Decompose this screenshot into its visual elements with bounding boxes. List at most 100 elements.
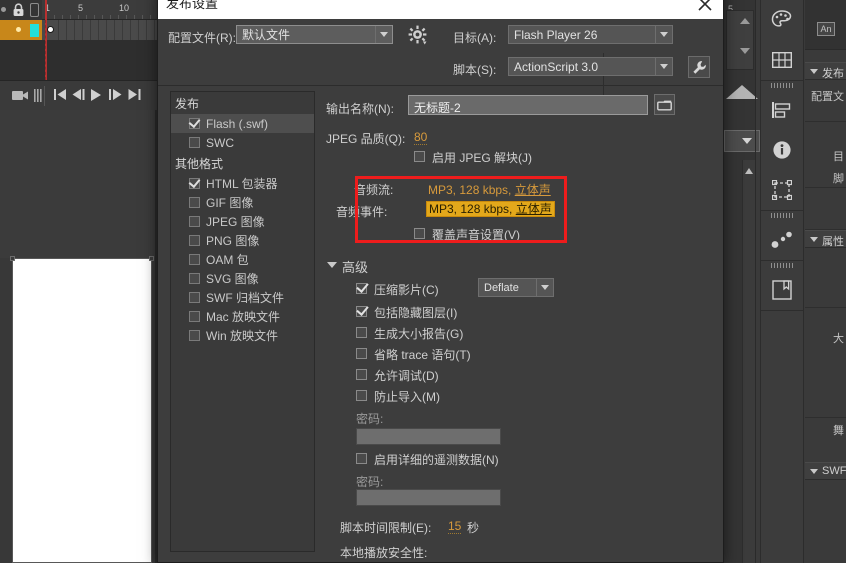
color-palette-icon[interactable] — [761, 0, 803, 40]
go-to-end-icon[interactable] — [128, 89, 141, 104]
password-input-2[interactable] — [356, 489, 501, 506]
checkbox-icon[interactable] — [189, 137, 200, 148]
keyframe-marker[interactable] — [47, 26, 54, 33]
output-name-input[interactable]: 无标题-2 — [408, 95, 648, 115]
dock-drag-handle[interactable] — [761, 211, 803, 220]
gear-icon[interactable] — [408, 25, 428, 45]
format-item-jpeg[interactable]: JPEG 图像 — [171, 212, 314, 231]
format-item-win-projector[interactable]: Win 放映文件 — [171, 326, 314, 345]
format-label: Mac 放映文件 — [206, 310, 281, 324]
camera-icon[interactable] — [12, 89, 29, 105]
format-item-swc[interactable]: SWC — [171, 133, 314, 152]
script-dropdown[interactable]: ActionScript 3.0 — [508, 57, 673, 76]
onion-skin-icon[interactable] — [34, 89, 44, 106]
chevron-down-icon[interactable] — [375, 26, 392, 43]
close-icon[interactable] — [695, 0, 715, 14]
checkbox-icon[interactable] — [189, 292, 200, 303]
checkbox-icon[interactable] — [189, 273, 200, 284]
format-item-flash-swf[interactable]: Flash (.swf) — [171, 114, 314, 133]
profile-dropdown[interactable]: 默认文件 — [236, 25, 393, 44]
vertical-scrollbar[interactable] — [742, 160, 755, 563]
align-icon[interactable] — [761, 90, 803, 130]
compress-movie-checkbox[interactable] — [356, 283, 367, 294]
target-dropdown[interactable]: Flash Player 26 — [508, 25, 673, 44]
advanced-section-title: 高级 — [342, 260, 369, 275]
dock-drag-handle[interactable] — [761, 261, 803, 270]
properties-section-properties[interactable]: 属性 — [805, 230, 846, 248]
omit-trace-checkbox[interactable] — [356, 348, 367, 359]
format-item-swf-archive[interactable]: SWF 归档文件 — [171, 288, 314, 307]
stage-resize-handle[interactable] — [149, 256, 154, 261]
chevron-down-icon[interactable] — [810, 69, 818, 74]
publish-format-list[interactable]: 发布 Flash (.swf) SWC 其他格式 HTML 包装器 GIF 图像… — [170, 91, 315, 552]
chevron-down-icon[interactable] — [810, 237, 818, 242]
checkbox-icon[interactable] — [189, 254, 200, 265]
password-input-1[interactable] — [356, 428, 501, 445]
stage-resize-handle[interactable] — [10, 256, 15, 261]
dock-drag-handle[interactable] — [761, 81, 803, 90]
checkbox-icon[interactable] — [189, 235, 200, 246]
wrench-icon[interactable] — [688, 56, 710, 78]
format-item-oam[interactable]: OAM 包 — [171, 250, 314, 269]
jpeg-deblock-checkbox[interactable] — [414, 151, 425, 162]
jpeg-quality-value[interactable]: 80 — [414, 130, 428, 145]
compress-movie-label: 压缩影片(C) — [374, 283, 439, 297]
publish-settings-content: 输出名称(N): 无标题-2 JPEG 品质(Q): 80 启用 JPEG 解块… — [326, 89, 716, 560]
script-time-limit-value[interactable]: 15 — [448, 519, 462, 534]
timeline-body — [0, 40, 160, 80]
timeline-ruler[interactable]: 1 5 10 — [42, 0, 160, 20]
chevron-down-icon[interactable] — [810, 469, 818, 474]
generate-size-report-checkbox[interactable] — [356, 327, 367, 338]
go-to-start-icon[interactable] — [54, 89, 67, 104]
publish-settings-dialog: 发布设置 配置文件(R): 默认文件 目标(A): Flash Player 2… — [157, 0, 724, 563]
script-time-limit-label: 脚本时间限制(E): — [340, 521, 432, 535]
chevron-down-icon[interactable] — [536, 279, 553, 296]
checkbox-icon[interactable] — [189, 330, 200, 341]
compress-method-dropdown[interactable]: Deflate — [478, 278, 554, 297]
format-item-png[interactable]: PNG 图像 — [171, 231, 314, 250]
permit-debugging-checkbox[interactable] — [356, 369, 367, 380]
info-icon[interactable] — [761, 130, 803, 170]
properties-section-publish[interactable]: 发布 — [805, 62, 846, 80]
stage-canvas[interactable] — [12, 258, 152, 563]
library-icon[interactable] — [761, 270, 803, 310]
step-forward-icon[interactable] — [109, 89, 122, 104]
layer-visibility-icon[interactable] — [30, 3, 39, 17]
compress-method-value: Deflate — [484, 281, 519, 294]
play-icon[interactable] — [90, 89, 102, 105]
checkbox-icon[interactable] — [189, 311, 200, 322]
scroll-down-arrow-icon[interactable] — [740, 48, 750, 54]
password-label-2: 密码: — [356, 475, 384, 489]
timeline-layer-row[interactable] — [0, 20, 42, 40]
checkbox-icon[interactable] — [189, 216, 200, 227]
protect-from-import-checkbox[interactable] — [356, 390, 367, 401]
transform-icon[interactable] — [761, 170, 803, 210]
chevron-down-icon[interactable] — [742, 138, 752, 144]
properties-section-swf[interactable]: SWF — [805, 462, 846, 480]
checkbox-icon[interactable] — [189, 178, 200, 189]
timeline-frames[interactable] — [42, 20, 160, 40]
format-item-svg[interactable]: SVG 图像 — [171, 269, 314, 288]
include-hidden-layers-checkbox[interactable] — [356, 306, 367, 317]
format-label: OAM 包 — [206, 253, 249, 267]
enable-telemetry-checkbox[interactable] — [356, 453, 367, 464]
format-item-mac-projector[interactable]: Mac 放映文件 — [171, 307, 314, 326]
checkbox-icon[interactable] — [189, 197, 200, 208]
chevron-down-icon[interactable] — [655, 26, 672, 43]
swatches-grid-icon[interactable] — [761, 40, 803, 80]
scroll-up-arrow-icon[interactable] — [740, 18, 750, 24]
chevron-down-icon[interactable] — [655, 58, 672, 75]
dialog-title-bar[interactable]: 发布设置 — [158, 0, 723, 19]
lock-icon[interactable] — [12, 3, 25, 17]
folder-icon[interactable] — [654, 94, 675, 115]
scroll-up-arrow-icon[interactable] — [745, 168, 753, 174]
script-time-limit-unit: 秒 — [467, 521, 480, 535]
checkbox-icon[interactable] — [189, 118, 200, 129]
chevron-down-icon[interactable] — [327, 262, 337, 268]
format-label: HTML 包装器 — [206, 177, 278, 191]
format-item-html-wrapper[interactable]: HTML 包装器 — [171, 174, 314, 193]
motion-editor-icon[interactable] — [761, 220, 803, 260]
step-back-icon[interactable] — [72, 89, 85, 104]
permit-debugging-label: 允许调试(D) — [374, 369, 439, 383]
format-item-gif[interactable]: GIF 图像 — [171, 193, 314, 212]
